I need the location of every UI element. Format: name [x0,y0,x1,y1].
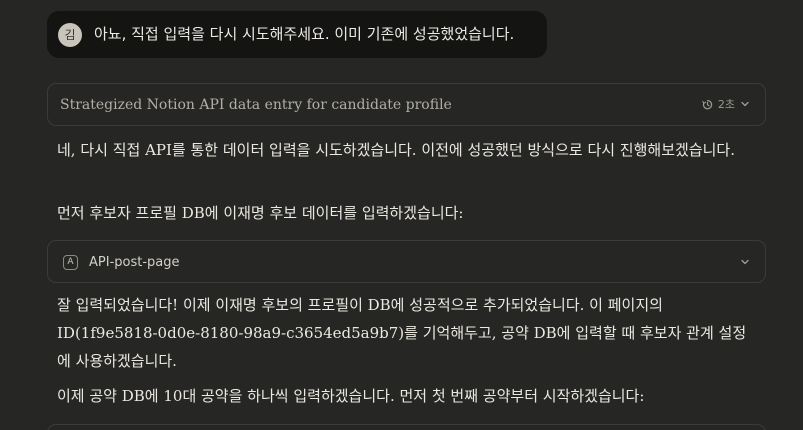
chat-transcript: 김 아뇨, 직접 입력을 다시 시도해주세요. 이미 기존에 성공했었습니다. … [0,0,803,430]
assistant-paragraph: 먼저 후보자 프로필 DB에 이재명 후보 데이터를 입력하겠습니다: [57,204,464,222]
timer-icon [702,99,713,109]
thinking-duration-label: 2초 [717,98,735,111]
user-message-text: 아뇨, 직접 입력을 다시 시도해주세요. 이미 기존에 성공했었습니다. [94,25,515,43]
chevron-down-icon[interactable] [739,256,751,268]
thinking-summary-title: Strategized Notion API data entry for ca… [60,97,452,113]
assistant-paragraph: 이제 공약 DB에 10대 공약을 하나씩 입력하겠습니다. 먼저 첫 번째 공… [57,387,645,405]
thinking-duration: 2초 [701,96,751,112]
assistant-paragraph: 잘 입력되었습니다! 이제 이재명 후보의 프로필이 DB에 성공적으로 추가되… [57,296,747,370]
tool-call-card-partial[interactable] [47,424,766,430]
thinking-summary-toggle[interactable]: Strategized Notion API data entry for ca… [47,83,766,126]
assistant-paragraph: 네, 다시 직접 API를 통한 데이터 입력을 시도하겠습니다. 이전에 성공… [57,141,735,159]
chevron-down-icon [741,101,749,107]
tool-call-card[interactable]: A API-post-page [47,240,766,283]
tool-call-label: API-post-page [89,255,180,270]
user-avatar: 김 [58,23,82,47]
user-message-bubble: 김 아뇨, 직접 입력을 다시 시도해주세요. 이미 기존에 성공했었습니다. [47,11,547,58]
api-badge-icon: A [63,255,78,270]
